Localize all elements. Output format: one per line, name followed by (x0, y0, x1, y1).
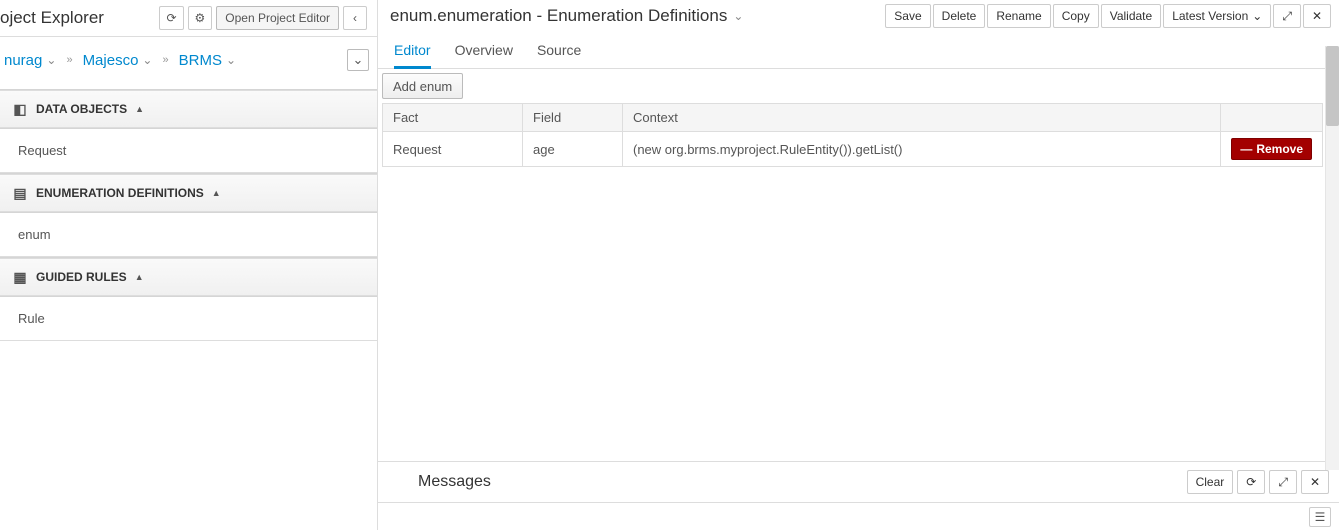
messages-expand-button[interactable]: ⤢ (1269, 470, 1297, 494)
cell-context[interactable]: (new org.brms.myproject.RuleEntity()).ge… (623, 132, 1221, 167)
column-context: Context (623, 104, 1221, 132)
copy-button[interactable]: Copy (1053, 4, 1099, 28)
close-icon: ✕ (1310, 475, 1320, 489)
validate-button[interactable]: Validate (1101, 4, 1161, 28)
chevron-down-icon: ⌄ (142, 53, 152, 67)
table-row: Request age (new org.brms.myproject.Rule… (383, 132, 1323, 167)
cell-field[interactable]: age (523, 132, 623, 167)
section-data-objects-header[interactable]: ◧ DATA OBJECTS ▲ (0, 90, 377, 128)
remove-row-button[interactable]: — Remove (1231, 138, 1312, 160)
bottom-status-bar: ☰ (378, 502, 1339, 530)
action-toolbar: Save Delete Rename Copy Validate Latest … (883, 4, 1331, 28)
messages-panel-header: Messages Clear ⟳ ⤢ ✕ (378, 461, 1339, 502)
list-view-button[interactable]: ☰ (1309, 507, 1331, 527)
cell-fact[interactable]: Request (383, 132, 523, 167)
chevron-left-icon: ‹ (353, 11, 357, 25)
enumeration-icon: ▤ (12, 185, 28, 201)
sidebar-item-rule[interactable]: Rule (18, 311, 45, 326)
tab-overview[interactable]: Overview (455, 42, 513, 68)
gear-icon: ⚙ (195, 11, 206, 25)
section-enumeration-definitions-header[interactable]: ▤ ENUMERATION DEFINITIONS ▲ (0, 174, 377, 212)
save-button[interactable]: Save (885, 4, 930, 28)
refresh-icon: ⟳ (166, 11, 176, 25)
close-icon: ✕ (1312, 9, 1322, 23)
close-button[interactable]: ✕ (1303, 4, 1331, 28)
messages-close-button[interactable]: ✕ (1301, 470, 1329, 494)
expand-icon: ⤢ (1278, 475, 1288, 489)
sidebar-item-request[interactable]: Request (18, 143, 66, 158)
messages-title: Messages (418, 473, 491, 491)
project-explorer-sidebar: oject Explorer ⟳ ⚙ Open Project Editor ‹… (0, 0, 378, 530)
section-title: ENUMERATION DEFINITIONS (36, 186, 204, 200)
vertical-scrollbar[interactable] (1325, 46, 1339, 470)
enum-table: Fact Field Context Request age (new org.… (382, 103, 1323, 167)
add-enum-button[interactable]: Add enum (382, 73, 463, 99)
settings-button[interactable]: ⚙ (188, 6, 213, 30)
breadcrumb-separator-icon: » (162, 54, 168, 66)
section-title: DATA OBJECTS (36, 102, 127, 116)
sidebar-item-enum[interactable]: enum (18, 227, 51, 242)
title-dropdown-icon[interactable]: ⌄ (733, 9, 743, 23)
messages-clear-button[interactable]: Clear (1187, 470, 1234, 494)
editor-header: enum.enumeration - Enumeration Definitio… (378, 0, 1339, 34)
expand-button[interactable]: ⤢ (1273, 4, 1301, 28)
expand-icon: ⤢ (1282, 9, 1292, 23)
refresh-button[interactable]: ⟳ (159, 6, 183, 30)
page-title: enum.enumeration - Enumeration Definitio… (390, 6, 727, 26)
data-objects-icon: ◧ (12, 101, 28, 117)
rename-button[interactable]: Rename (987, 4, 1050, 28)
breadcrumb-more-dropdown[interactable]: ⌄ (347, 49, 369, 71)
sidebar-title: oject Explorer (0, 8, 104, 28)
tab-bar: Editor Overview Source (378, 34, 1339, 69)
column-fact: Fact (383, 104, 523, 132)
latest-version-dropdown[interactable]: Latest Version ⌄ (1163, 4, 1271, 28)
column-field: Field (523, 104, 623, 132)
chevron-down-icon: ⌄ (1252, 9, 1262, 23)
editor-main: enum.enumeration - Enumeration Definitio… (378, 0, 1339, 530)
section-title: GUIDED RULES (36, 270, 127, 284)
caret-up-icon: ▲ (135, 104, 144, 114)
breadcrumb-item-2[interactable]: BRMS ⌄ (179, 52, 236, 69)
guided-rules-icon: ▦ (12, 269, 28, 285)
messages-refresh-button[interactable]: ⟳ (1237, 470, 1265, 494)
caret-up-icon: ▲ (135, 272, 144, 282)
chevron-down-icon: ⌄ (46, 53, 56, 67)
tab-editor[interactable]: Editor (394, 42, 431, 69)
sidebar-header: oject Explorer ⟳ ⚙ Open Project Editor ‹ (0, 0, 377, 37)
table-header-row: Fact Field Context (383, 104, 1323, 132)
refresh-icon: ⟳ (1246, 475, 1256, 489)
breadcrumb-separator-icon: » (66, 54, 72, 66)
collapse-sidebar-button[interactable]: ‹ (343, 6, 367, 30)
chevron-down-icon: ⌄ (226, 53, 236, 67)
breadcrumb: nurag ⌄ » Majesco ⌄ » BRMS ⌄ ⌄ (0, 37, 377, 89)
open-project-editor-button[interactable]: Open Project Editor (216, 6, 339, 30)
scrollbar-thumb[interactable] (1326, 46, 1339, 126)
caret-up-icon: ▲ (212, 188, 221, 198)
minus-icon: — (1240, 142, 1252, 156)
chevron-down-icon: ⌄ (353, 52, 364, 68)
list-icon: ☰ (1315, 510, 1326, 524)
breadcrumb-item-0[interactable]: nurag ⌄ (4, 52, 56, 69)
delete-button[interactable]: Delete (933, 4, 986, 28)
tab-source[interactable]: Source (537, 42, 581, 68)
breadcrumb-item-1[interactable]: Majesco ⌄ (83, 52, 153, 69)
section-guided-rules-header[interactable]: ▦ GUIDED RULES ▲ (0, 258, 377, 296)
column-actions (1221, 104, 1323, 132)
